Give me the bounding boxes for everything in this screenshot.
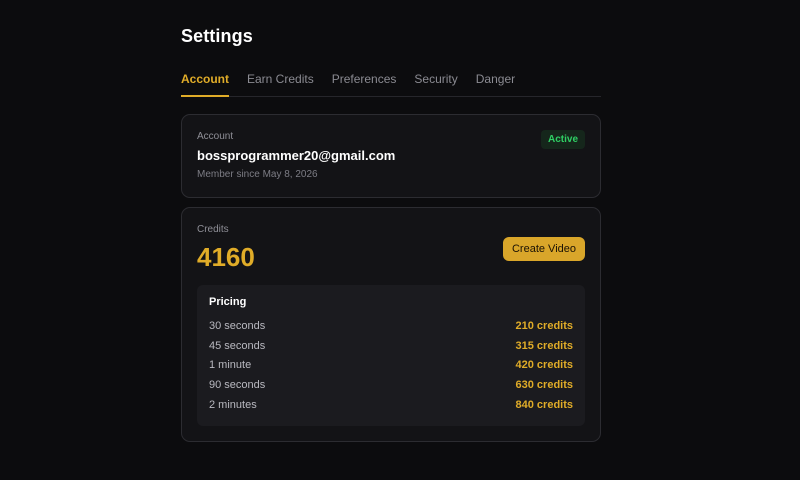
pricing-title: Pricing bbox=[209, 296, 247, 308]
page-title: Settings bbox=[181, 26, 253, 46]
pricing-panel: Pricing 30 seconds 210 credits 45 second… bbox=[197, 285, 585, 426]
pricing-cost: 210 credits bbox=[515, 320, 573, 332]
pricing-cost: 630 credits bbox=[515, 379, 573, 391]
tab-preferences[interactable]: Preferences bbox=[332, 62, 397, 95]
pricing-duration: 1 minute bbox=[209, 359, 252, 371]
settings-tabs: Account Earn Credits Preferences Securit… bbox=[181, 62, 601, 97]
pricing-duration: 2 minutes bbox=[209, 399, 257, 411]
tab-danger[interactable]: Danger bbox=[476, 62, 515, 95]
pricing-row: 90 seconds 630 credits bbox=[209, 379, 573, 393]
account-card: Account bossprogrammer20@gmail.com Membe… bbox=[181, 114, 601, 198]
credits-label: Credits bbox=[197, 224, 229, 235]
pricing-cost: 420 credits bbox=[515, 359, 573, 371]
tab-security[interactable]: Security bbox=[414, 62, 457, 95]
pricing-duration: 45 seconds bbox=[209, 340, 266, 352]
account-email: bossprogrammer20@gmail.com bbox=[197, 148, 396, 163]
account-label: Account bbox=[197, 131, 234, 142]
pricing-row: 2 minutes 840 credits bbox=[209, 399, 573, 413]
pricing-row: 1 minute 420 credits bbox=[209, 359, 573, 373]
pricing-cost: 315 credits bbox=[515, 340, 573, 352]
pricing-row: 45 seconds 315 credits bbox=[209, 340, 573, 354]
status-badge: Active bbox=[540, 130, 585, 149]
create-video-button[interactable]: Create Video bbox=[503, 237, 585, 261]
pricing-duration: 30 seconds bbox=[209, 320, 266, 332]
pricing-duration: 90 seconds bbox=[209, 379, 266, 391]
pricing-cost: 840 credits bbox=[515, 399, 573, 411]
credits-card: Credits 4160 Create Video Pricing 30 sec… bbox=[181, 207, 601, 442]
tab-account[interactable]: Account bbox=[181, 62, 229, 97]
tab-earn-credits[interactable]: Earn Credits bbox=[247, 62, 314, 95]
credit-balance: 4160 bbox=[197, 242, 255, 272]
member-since-text: Member since May 8, 2026 bbox=[197, 169, 318, 180]
pricing-row: 30 seconds 210 credits bbox=[209, 320, 573, 334]
